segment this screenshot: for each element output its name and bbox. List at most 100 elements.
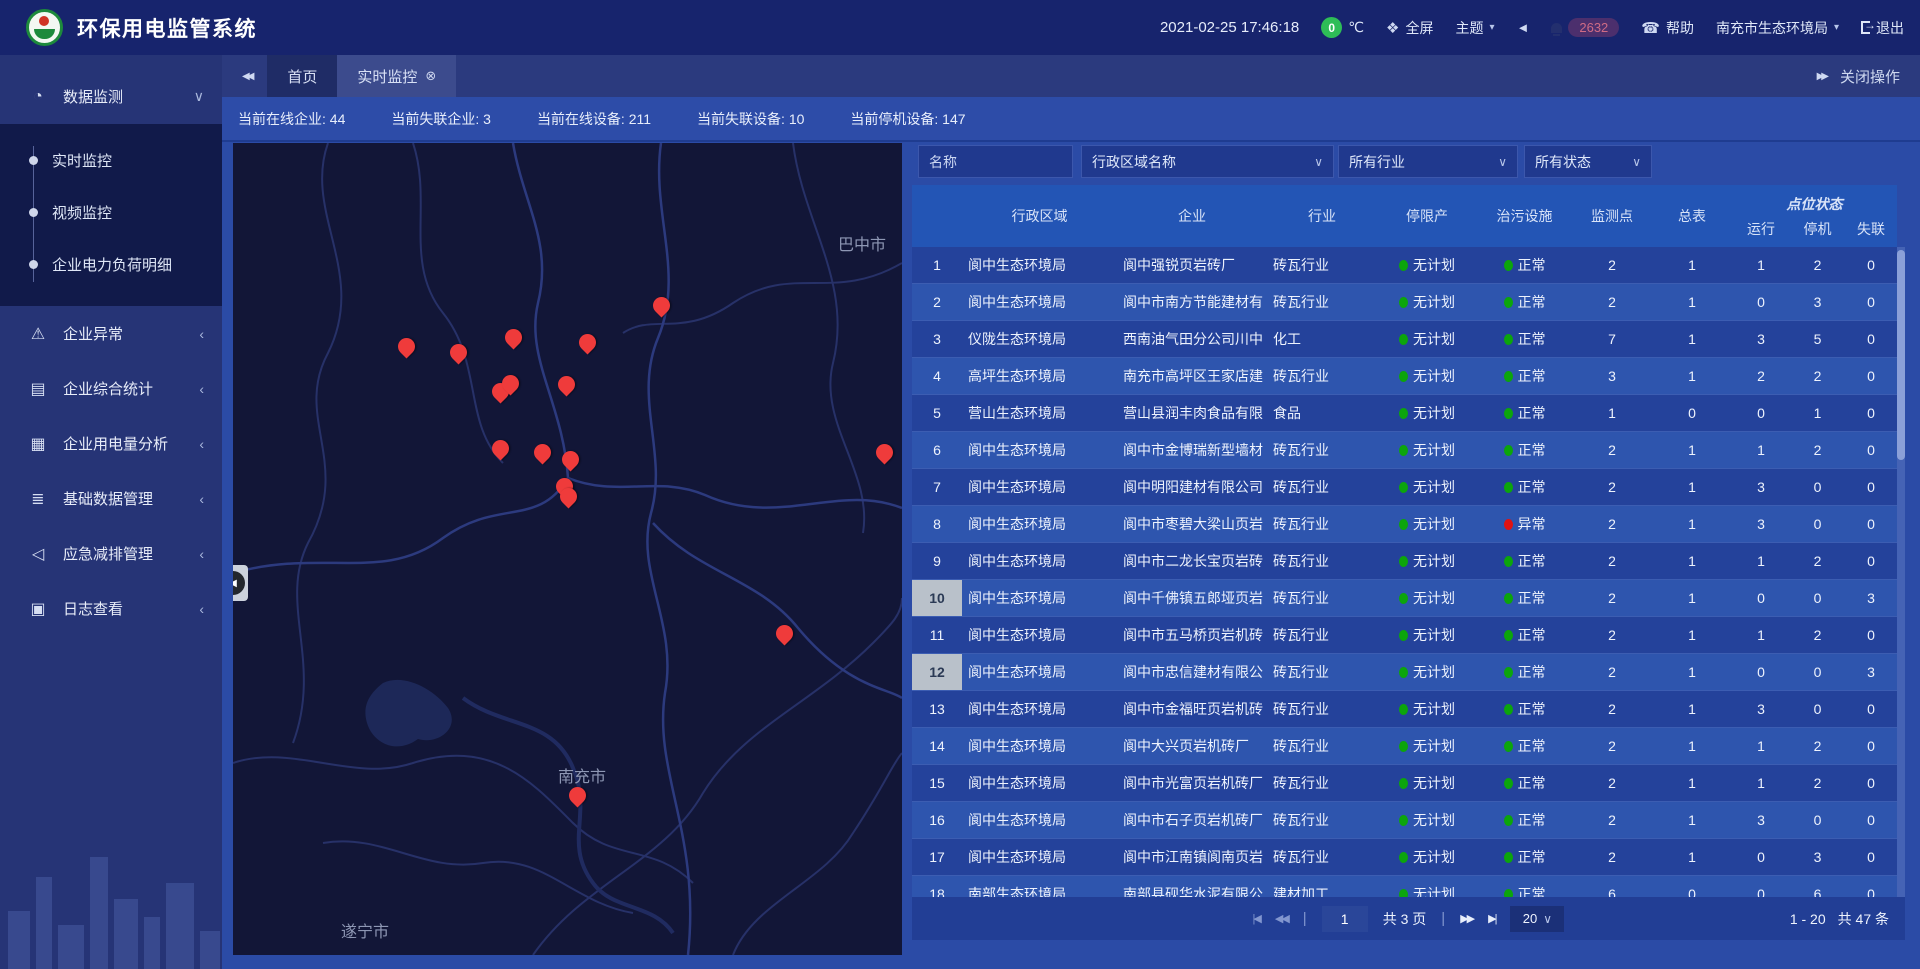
- status-dot-icon: [1504, 741, 1513, 752]
- table-row[interactable]: 14阆中生态环境局阆中大兴页岩机砖厂砖瓦行业无计划正常21120: [912, 728, 1897, 765]
- theme-dropdown[interactable]: 主题 ▾: [1455, 18, 1494, 38]
- table-row[interactable]: 2阆中生态环境局阆中市南方节能建材有砖瓦行业无计划正常21030: [912, 284, 1897, 321]
- tabs-scroll-right-icon[interactable]: ▶▶: [1817, 71, 1826, 82]
- table-row[interactable]: 9阆中生态环境局阆中市二龙长宝页岩砖砖瓦行业无计划正常21120: [912, 543, 1897, 580]
- tabbar: ◀◀ 首页实时监控⊗ ▶▶ 关闭操作: [222, 55, 1920, 97]
- table-row[interactable]: 10阆中生态环境局阆中千佛镇五郎垭页岩砖瓦行业无计划正常21003: [912, 580, 1897, 617]
- cell-running-count: 1: [1732, 247, 1790, 283]
- status-select[interactable]: 所有状态 ∨: [1524, 145, 1652, 178]
- table-header: 行政区域 企业 行业 停限产 治污设施 监测点 总表 点位状态 运行 停机 失联: [912, 185, 1897, 247]
- stat-item: 当前失联企业: 3: [391, 109, 491, 129]
- row-index: 11: [912, 617, 962, 653]
- table-row[interactable]: 13阆中生态环境局阆中市金福旺页岩机砖砖瓦行业无计划正常21300: [912, 691, 1897, 728]
- warning-icon: ⚠: [28, 324, 48, 344]
- cell-lost-count: 0: [1845, 395, 1897, 431]
- table-scrollbar[interactable]: [1897, 247, 1905, 897]
- sidebar-item-label: 日志查看: [63, 598, 123, 619]
- sidebar-subitem[interactable]: 视频监控: [0, 186, 222, 238]
- cell-region: 阆中生态环境局: [962, 580, 1117, 616]
- table-body: 1阆中生态环境局阆中强锐页岩砖厂砖瓦行业无计划正常211202阆中生态环境局阆中…: [912, 247, 1897, 897]
- sidebar-item[interactable]: ≣基础数据管理‹: [0, 471, 222, 526]
- cell-industry: 砖瓦行业: [1267, 802, 1377, 838]
- table-row[interactable]: 17阆中生态环境局阆中市江南镇阆南页岩砖瓦行业无计划正常21030: [912, 839, 1897, 876]
- tab-realtime[interactable]: 实时监控⊗: [337, 55, 456, 97]
- sidebar-submenu: 实时监控视频监控企业电力负荷明细: [0, 124, 222, 306]
- cell-region: 南部生态环境局: [962, 876, 1117, 897]
- table-row[interactable]: 16阆中生态环境局阆中市石子页岩机砖厂砖瓦行业无计划正常21300: [912, 802, 1897, 839]
- table-row[interactable]: 12阆中生态环境局阆中市忠信建材有限公砖瓦行业无计划正常21003: [912, 654, 1897, 691]
- table-row[interactable]: 18南部生态环境局南部县砚华水泥有限公建材加工无计划正常60060: [912, 876, 1897, 897]
- pagination-divider: |: [1303, 910, 1307, 927]
- facility-text: 正常: [1518, 292, 1546, 312]
- sidebar-subitem[interactable]: 实时监控: [0, 134, 222, 186]
- sidebar-subitem[interactable]: 企业电力负荷明细: [0, 238, 222, 290]
- page-size-select[interactable]: 20 ∨: [1510, 906, 1564, 932]
- industry-select[interactable]: 所有行业 ∨: [1338, 145, 1518, 178]
- fullscreen-button[interactable]: ❖ 全屏: [1386, 18, 1433, 38]
- next-page-button[interactable]: ▶▶: [1460, 912, 1473, 925]
- region-select[interactable]: 行政区域名称 ∨: [1081, 145, 1334, 178]
- table-row[interactable]: 11阆中生态环境局阆中市五马桥页岩机砖砖瓦行业无计划正常21120: [912, 617, 1897, 654]
- app-title: 环保用电监管系统: [77, 13, 257, 43]
- sidebar-item[interactable]: ⚠企业异常‹: [0, 306, 222, 361]
- exit-button[interactable]: 退出: [1861, 18, 1904, 38]
- row-index: 16: [912, 802, 962, 838]
- table-row[interactable]: 1阆中生态环境局阆中强锐页岩砖厂砖瓦行业无计划正常21120: [912, 247, 1897, 284]
- sidebar-item[interactable]: ◔数据监测∨: [0, 69, 222, 124]
- user-dropdown[interactable]: 南充市生态环境局 ▾: [1716, 18, 1839, 38]
- first-page-button[interactable]: |◀: [1253, 912, 1260, 925]
- table-row[interactable]: 8阆中生态环境局阆中市枣碧大梁山页岩砖瓦行业无计划异常21300: [912, 506, 1897, 543]
- prev-page-button[interactable]: ◀◀: [1275, 912, 1288, 925]
- column-header-region: 行政区域: [962, 185, 1117, 247]
- table-row[interactable]: 3仪陇生态环境局西南油气田分公司川中化工无计划正常71350: [912, 321, 1897, 358]
- tabs-scroll-left-icon[interactable]: ◀◀: [242, 71, 251, 82]
- help-button[interactable]: ☎ 帮助: [1641, 18, 1694, 38]
- cell-lost-count: 0: [1845, 247, 1897, 283]
- row-index: 15: [912, 765, 962, 801]
- sidebar-item[interactable]: ▤企业综合统计‹: [0, 361, 222, 416]
- cell-industry: 砖瓦行业: [1267, 839, 1377, 875]
- status-dot-icon: [1504, 482, 1513, 493]
- cell-limit-status: 无计划: [1377, 617, 1477, 653]
- cell-facility-status: 正常: [1477, 432, 1572, 468]
- scrollbar-thumb[interactable]: [1897, 250, 1905, 460]
- notification-area[interactable]: 2632: [1551, 18, 1619, 37]
- speaker-icon[interactable]: ◄: [1516, 20, 1529, 35]
- row-index: 4: [912, 358, 962, 394]
- cell-limit-status: 无计划: [1377, 358, 1477, 394]
- name-filter-input[interactable]: [918, 145, 1073, 178]
- log-icon: ▣: [28, 599, 48, 619]
- page-number-input[interactable]: [1322, 906, 1368, 932]
- table-row[interactable]: 7阆中生态环境局阆中明阳建材有限公司砖瓦行业无计划正常21300: [912, 469, 1897, 506]
- sidebar-item[interactable]: ▦企业用电量分析‹: [0, 416, 222, 471]
- collapse-arrow-icon[interactable]: ◀: [233, 571, 245, 595]
- chevron-left-icon: ‹: [199, 601, 204, 617]
- tab-close-icon[interactable]: ⊗: [425, 68, 436, 84]
- tab-home[interactable]: 首页: [267, 55, 337, 97]
- cell-lost-count: 0: [1845, 691, 1897, 727]
- cell-monitor-count: 2: [1572, 284, 1652, 320]
- table-row[interactable]: 5营山生态环境局营山县润丰肉食品有限食品无计划正常10010: [912, 395, 1897, 432]
- sidebar-item[interactable]: ◁应急减排管理‹: [0, 526, 222, 581]
- limit-text: 无计划: [1413, 329, 1455, 349]
- cell-running-count: 0: [1732, 839, 1790, 875]
- facility-text: 正常: [1518, 884, 1546, 897]
- total-pages-label: 共 3 页: [1383, 909, 1427, 929]
- close-operations-button[interactable]: 关闭操作: [1840, 66, 1900, 87]
- table-row[interactable]: 15阆中生态环境局阆中市光富页岩机砖厂砖瓦行业无计划正常21120: [912, 765, 1897, 802]
- chevron-down-icon: ▾: [1489, 22, 1494, 33]
- sidebar-subitem-label: 实时监控: [52, 150, 112, 171]
- table-row[interactable]: 6阆中生态环境局阆中市金博瑞新型墙材砖瓦行业无计划正常21120: [912, 432, 1897, 469]
- cell-stopped-count: 0: [1790, 654, 1845, 690]
- exit-label: 退出: [1876, 18, 1904, 38]
- cell-running-count: 3: [1732, 321, 1790, 357]
- row-index: 5: [912, 395, 962, 431]
- last-page-button[interactable]: ▶|: [1488, 912, 1495, 925]
- cell-running-count: 0: [1732, 395, 1790, 431]
- map[interactable]: ◀ 巴中市南充市遂宁市: [233, 143, 902, 955]
- sidebar-item[interactable]: ▣ 日志查看 ‹: [0, 581, 222, 636]
- cell-lost-count: 0: [1845, 728, 1897, 764]
- cell-running-count: 1: [1732, 728, 1790, 764]
- table-row[interactable]: 4高坪生态环境局南充市高坪区王家店建砖瓦行业无计划正常31220: [912, 358, 1897, 395]
- limit-text: 无计划: [1413, 292, 1455, 312]
